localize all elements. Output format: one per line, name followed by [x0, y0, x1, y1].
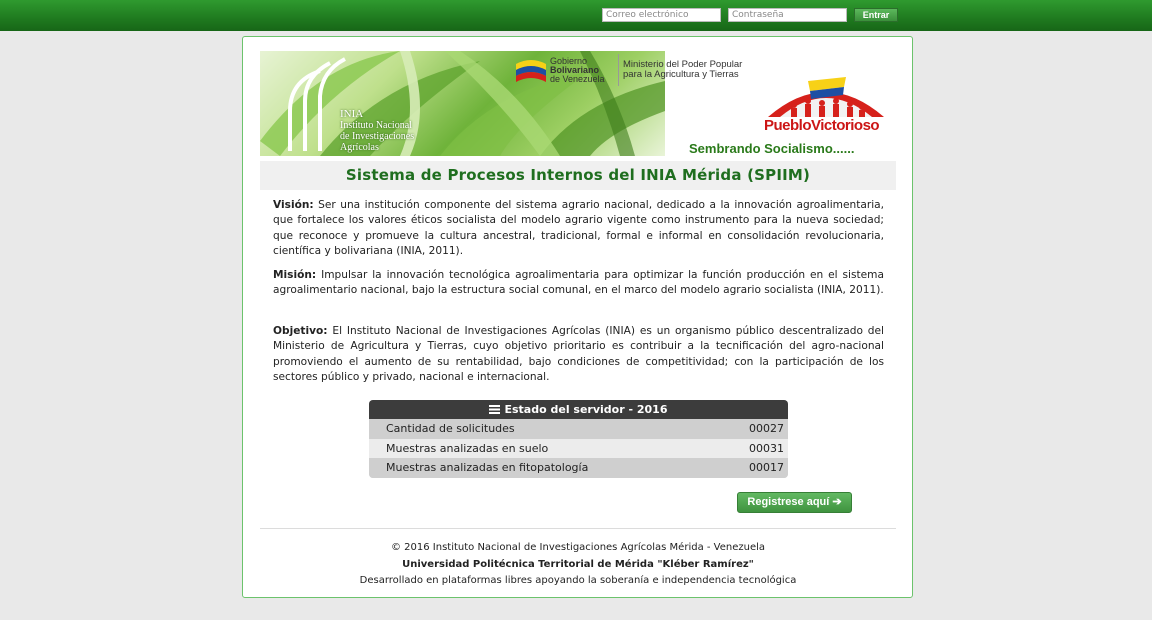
server-status-title: Estado del servidor - 2016 — [504, 403, 668, 416]
row-label: Muestras analizadas en fitopatología — [386, 461, 589, 475]
password-field[interactable] — [728, 8, 847, 22]
main-container: INIA Instituto Nacional de Investigacion… — [242, 36, 913, 598]
register-button[interactable]: Registrese aquí ➔ — [737, 492, 852, 513]
server-status-table: Estado del servidor - 2016 Cantidad de s… — [369, 400, 788, 478]
slogan: Sembrando Socialismo...... — [689, 141, 855, 156]
objetivo-paragraph: Objetivo: El Instituto Nacional de Inves… — [273, 324, 884, 386]
inia-name-line2: de Investigaciones — [340, 131, 415, 142]
page-title: Sistema de Procesos Internos del INIA Mé… — [345, 166, 811, 184]
mision-paragraph: Misión: Impulsar la innovación tecnológi… — [273, 268, 884, 299]
server-status-header: Estado del servidor - 2016 — [369, 400, 788, 419]
login-button[interactable]: Entrar — [854, 8, 898, 22]
vision-paragraph: Visión: Ser una institución componente d… — [273, 198, 884, 260]
gov-line3: de Venezuela — [550, 73, 605, 84]
title-band: Sistema de Procesos Internos del INIA Mé… — [260, 161, 896, 190]
row-value: 00031 — [749, 441, 784, 455]
mision-label: Misión: — [273, 269, 317, 281]
venezuela-flag-icon — [514, 56, 548, 84]
table-row: Cantidad de solicitudes 00027 — [369, 419, 788, 439]
mision-text: Impulsar la innovación tecnológica agroa… — [273, 269, 884, 297]
vision-text: Ser una institución componente del siste… — [273, 199, 885, 258]
row-label: Muestras analizadas en suelo — [386, 441, 549, 455]
government-logo: Gobierno Bolivariano de Venezuela Minist… — [514, 53, 742, 87]
footer-university: Universidad Politécnica Territorial de M… — [402, 558, 754, 570]
objetivo-label: Objetivo: — [273, 325, 328, 337]
inia-abbr: INIA — [340, 108, 364, 120]
government-name: Gobierno Bolivariano de Venezuela — [550, 56, 614, 84]
row-label: Cantidad de solicitudes — [386, 422, 515, 436]
vision-label: Visión: — [273, 199, 314, 211]
inia-name-line1: Instituto Nacional — [340, 120, 412, 131]
ministry-name: Ministerio del Poder Popular para la Agr… — [623, 60, 742, 80]
email-field[interactable] — [602, 8, 721, 22]
inia-logo-text: INIA Instituto Nacional de Investigacion… — [340, 108, 415, 154]
table-row: Muestras analizadas en suelo 00031 — [369, 438, 788, 458]
inia-name-line3: Agrícolas — [340, 142, 379, 153]
ministry-line2: para la Agricultura y Tierras — [623, 69, 739, 80]
list-icon — [489, 401, 501, 414]
row-value: 00027 — [749, 422, 784, 436]
footer: © 2016 Instituto Nacional de Investigaci… — [260, 540, 896, 590]
footer-divider — [260, 528, 896, 529]
top-bar: Entrar — [0, 0, 1152, 31]
logo-separator — [618, 54, 619, 86]
footer-note: Desarrollado en plataformas libres apoya… — [359, 575, 797, 586]
footer-copyright: © 2016 Instituto Nacional de Investigaci… — [390, 542, 766, 553]
table-row: Muestras analizadas en fitopatología 000… — [369, 458, 788, 478]
objetivo-text: El Instituto Nacional de Investigaciones… — [273, 325, 884, 384]
header-banner: INIA Instituto Nacional de Investigacion… — [260, 51, 896, 156]
pueblo-victorioso-text: PuebloVictorioso — [764, 117, 880, 134]
row-value: 00017 — [749, 461, 784, 475]
